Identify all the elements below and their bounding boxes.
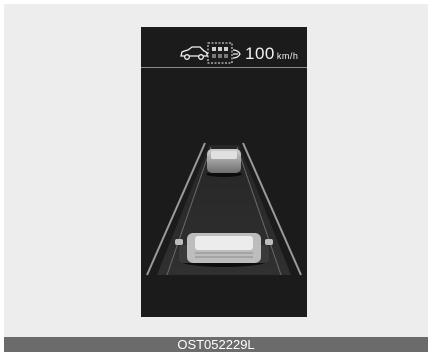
- figure-caption: OST052229L: [177, 337, 255, 352]
- road-scene: [146, 142, 302, 276]
- figure-caption-bar: OST052229L: [4, 337, 428, 352]
- instrument-display: 100 km/h: [141, 27, 307, 317]
- lead-vehicle: [206, 149, 242, 177]
- own-vehicle: [175, 233, 273, 267]
